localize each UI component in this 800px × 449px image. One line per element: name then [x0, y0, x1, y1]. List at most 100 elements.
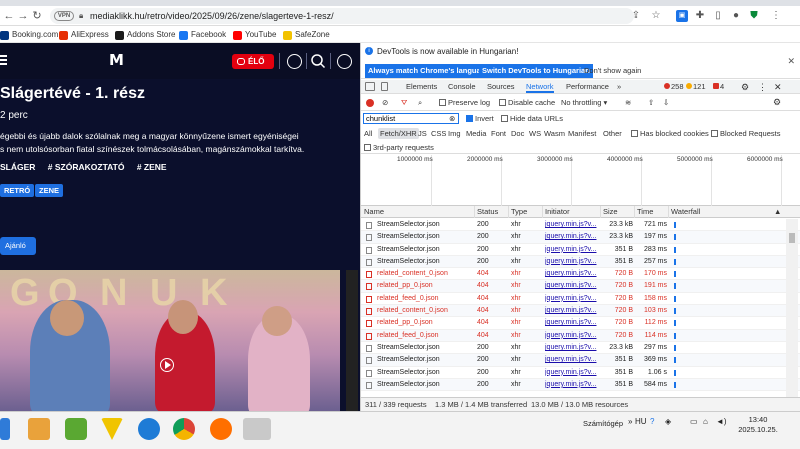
media-player-icon[interactable] [28, 418, 50, 440]
bookmark-aliexpress[interactable]: AliExpress [59, 29, 109, 41]
tag-link[interactable]: SLÁGER [0, 162, 35, 172]
filter-input[interactable] [363, 113, 459, 124]
cell-initiator[interactable]: jquery.min.js?v... [545, 330, 599, 342]
close-devtools-icon[interactable]: ✕ [774, 82, 782, 92]
export-har-icon[interactable]: ⇩ [663, 98, 669, 108]
type-filter-css[interactable]: CSS [431, 128, 446, 139]
type-filter-ws[interactable]: WS [529, 128, 541, 139]
notification-badge-icon[interactable]: ◈ [665, 417, 671, 426]
chrome-icon[interactable] [173, 418, 195, 440]
account-switch-icon[interactable] [287, 54, 302, 69]
cell-initiator[interactable]: jquery.min.js?v... [545, 256, 599, 268]
bookmark-facebook[interactable]: Facebook [179, 29, 226, 41]
request-row[interactable]: StreamSelector.json 200 xhr jquery.min.js?v… [361, 366, 800, 379]
request-row[interactable]: StreamSelector.json 200 xhr jquery.min.js?v… [361, 341, 800, 355]
search-network-icon[interactable]: ⌕ [418, 98, 422, 108]
type-filter-manifest[interactable]: Manifest [568, 128, 596, 139]
column-status[interactable]: Status [477, 207, 498, 217]
share-icon[interactable]: ⇪ [630, 10, 642, 22]
request-row[interactable]: StreamSelector.json 200 xhr jquery.min.js?v… [361, 255, 800, 269]
throttling-select[interactable]: No throttling ▾ [561, 98, 607, 108]
filter-icon[interactable]: ⛛ [401, 98, 407, 108]
category-chip-zene[interactable]: ZENE [35, 184, 64, 197]
language-indicator[interactable]: HU [635, 417, 647, 426]
type-filter-img[interactable]: Img [448, 128, 461, 139]
live-button[interactable]: ÉLŐ [232, 54, 274, 69]
search-icon[interactable] [310, 53, 326, 69]
type-filter-all[interactable]: All [364, 128, 372, 139]
type-filter-js[interactable]: JS [418, 128, 427, 139]
cell-initiator[interactable]: jquery.min.js?v... [545, 231, 599, 243]
request-row[interactable]: related_pp_0.json 404 xhr jquery.min.js?v..… [361, 280, 800, 293]
close-icon[interactable]: ✕ [787, 56, 795, 67]
screen-icon[interactable]: ▭ [690, 417, 698, 426]
disable-cache-checkbox[interactable]: Disable cache [499, 98, 555, 108]
cell-initiator[interactable]: jquery.min.js?v... [545, 293, 599, 305]
bookmark-youtube[interactable]: YouTube [233, 29, 276, 41]
bluestacks-icon[interactable] [65, 418, 87, 440]
cell-initiator[interactable]: jquery.min.js?v... [545, 219, 599, 231]
reload-icon[interactable]: ↻ [30, 9, 44, 23]
active-app-icon[interactable] [243, 418, 271, 440]
cell-initiator[interactable]: jquery.min.js?v... [545, 305, 599, 317]
video-player[interactable]: G O N U K [0, 270, 340, 411]
record-icon[interactable] [366, 99, 374, 107]
cell-initiator[interactable]: jquery.min.js?v... [545, 354, 599, 366]
request-row[interactable]: StreamSelector.json 200 xhr jquery.min.js?v… [361, 378, 800, 392]
cell-initiator[interactable]: jquery.min.js?v... [545, 367, 599, 379]
type-filter-other[interactable]: Other [603, 128, 622, 139]
settings-gear-icon[interactable]: ⚙ [741, 82, 749, 92]
type-filter-fetch-xhr[interactable]: Fetch/XHR [378, 128, 419, 139]
omnibox[interactable]: VPN 🔒︎ mediaklikk.hu/retro/video/2025/09… [50, 8, 634, 24]
bookmark-booking[interactable]: Booking.com [0, 29, 58, 41]
site-logo[interactable]: M [109, 52, 131, 68]
url-text[interactable]: mediaklikk.hu/retro/video/2025/09/26/zen… [90, 11, 334, 21]
puzzle-icon[interactable]: ✚ [694, 10, 706, 22]
scroll-thumb[interactable] [789, 233, 795, 243]
page-scrollbar[interactable] [346, 270, 358, 411]
tab-sources[interactable]: Sources [487, 81, 515, 93]
column-size[interactable]: Size [603, 207, 618, 217]
column-name[interactable]: Name [364, 207, 384, 217]
help-icon[interactable]: ? [650, 417, 654, 426]
tab-network[interactable]: Network [526, 81, 554, 93]
tag-link[interactable]: # SZÓRAKOZTATÓ [48, 162, 125, 172]
tab-elements[interactable]: Elements [406, 81, 437, 93]
request-row[interactable]: StreamSelector.json 200 xhr jquery.min.js?v… [361, 354, 800, 367]
hamburger-menu-icon[interactable] [0, 55, 7, 65]
side-panel-icon[interactable]: ▯ [712, 10, 724, 22]
request-row[interactable]: related_content_0.json 404 xhr jquery.min.j… [361, 305, 800, 318]
cell-initiator[interactable]: jquery.min.js?v... [545, 244, 599, 256]
start-icon[interactable] [0, 418, 10, 440]
hide-data-urls-checkbox[interactable]: Hide data URLs [501, 114, 563, 124]
dont-show-again-button[interactable]: Don't show again [581, 64, 644, 78]
type-filter-media[interactable]: Media [466, 128, 486, 139]
request-row[interactable]: related_feed_0.json 404 xhr jquery.min.js?v… [361, 292, 800, 306]
column-initiator[interactable]: Initiator [545, 207, 570, 217]
devtools-menu-icon[interactable]: ⋮ [758, 82, 767, 92]
network-conditions-icon[interactable]: ≋ [625, 98, 631, 108]
preserve-log-checkbox[interactable]: Preserve log [439, 98, 490, 108]
cell-initiator[interactable]: jquery.min.js?v... [545, 317, 599, 329]
recommend-button[interactable]: Ajánló [0, 237, 36, 255]
category-chip-retro[interactable]: RETRÓ [0, 184, 35, 197]
warning-count[interactable]: 121 [686, 82, 706, 92]
import-har-icon[interactable]: ⇧ [648, 98, 654, 108]
lock-icon[interactable]: 🔒︎ [79, 11, 83, 21]
extension-icon[interactable]: ▣ [676, 10, 688, 22]
cell-initiator[interactable]: jquery.min.js?v... [545, 342, 599, 354]
user-icon[interactable] [337, 54, 352, 69]
menu-kebab-icon[interactable]: ⋮ [770, 10, 782, 22]
vlc-v-icon[interactable] [101, 418, 123, 440]
cell-initiator[interactable]: jquery.min.js?v... [545, 280, 599, 292]
match-language-button[interactable]: Always match Chrome's language [365, 64, 493, 78]
bookmark-addons[interactable]: Addons Store [115, 29, 175, 41]
tab-console[interactable]: Console [448, 81, 476, 93]
table-scrollbar[interactable] [786, 219, 798, 397]
shield-icon[interactable]: ⛊ [748, 10, 760, 22]
blocked-requests-checkbox[interactable]: Blocked Requests [711, 128, 780, 139]
tag-link[interactable]: # ZENE [137, 162, 167, 172]
issues-count[interactable]: 4 [713, 82, 724, 92]
cell-initiator[interactable]: jquery.min.js?v... [545, 268, 599, 280]
request-row[interactable]: related_feed_0.json 404 xhr jquery.min.js?v… [361, 329, 800, 342]
